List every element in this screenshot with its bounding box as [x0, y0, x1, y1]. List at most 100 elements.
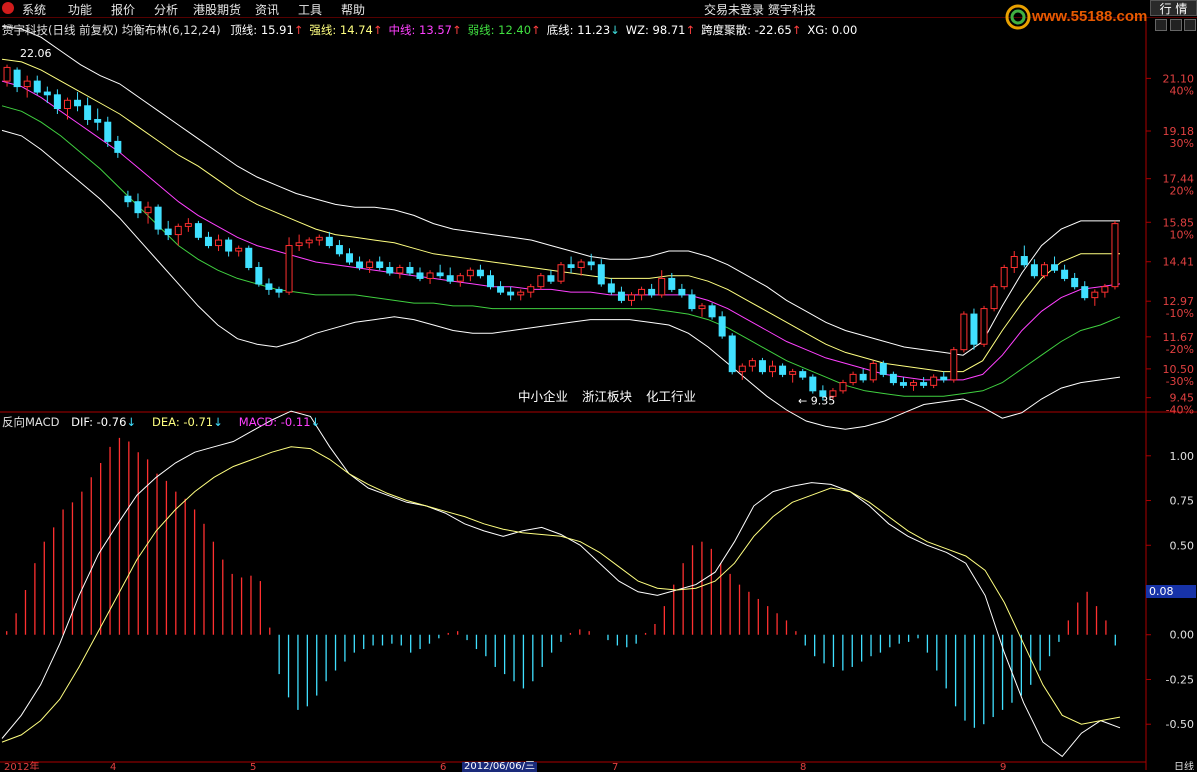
candle-body	[970, 313, 978, 345]
login-status: 交易未登录 赟宇科技	[704, 3, 816, 17]
candle-body	[950, 349, 958, 381]
menu-quote[interactable]: 报价	[111, 1, 135, 18]
candle-body	[356, 261, 364, 268]
indicator-value: WZ: 98.71↑	[625, 23, 696, 37]
candle-body	[497, 286, 505, 293]
candle-body	[74, 99, 82, 107]
sector-tag[interactable]: 中小企业	[518, 389, 568, 404]
month-label: 6	[440, 762, 446, 770]
candle-body	[426, 272, 434, 279]
candle-body	[638, 288, 646, 296]
candle-body	[658, 277, 666, 296]
trend-arrow-icon: ↑	[531, 23, 541, 37]
candle-body	[345, 253, 353, 263]
macd-cursor-value: 0.08	[1146, 585, 1196, 598]
candle-body	[275, 288, 283, 293]
minimize-icon[interactable]	[1155, 19, 1167, 31]
menu-hk-futures[interactable]: 港股期货	[193, 1, 241, 18]
candle-body	[164, 228, 172, 236]
candle-body	[597, 264, 605, 285]
candle-body	[1081, 286, 1089, 299]
candle-body	[1101, 286, 1109, 293]
candle-body	[587, 261, 595, 266]
candle-body	[315, 236, 323, 241]
close-icon[interactable]	[1184, 19, 1196, 31]
candle-body	[114, 140, 122, 153]
restore-icon[interactable]	[1170, 19, 1182, 31]
strong-band-line	[1, 58, 1120, 373]
year-label: 2012年	[4, 760, 39, 770]
candle-body	[94, 118, 102, 123]
trend-arrow-icon: ↓	[213, 415, 223, 429]
candle-body	[225, 239, 233, 252]
macd-tick-label: 0.50	[1170, 539, 1195, 552]
candle-body	[809, 376, 817, 392]
candle-body	[1111, 223, 1119, 288]
menu-function[interactable]: 功能	[68, 1, 92, 18]
candle-body	[325, 236, 333, 247]
candle-body	[517, 291, 525, 296]
candle-body	[960, 313, 968, 351]
trend-arrow-icon: ↓	[610, 23, 620, 37]
macd-tick-label: 0.00	[1170, 629, 1195, 642]
menu-system[interactable]: 系统	[22, 1, 46, 18]
candle-body	[456, 275, 464, 282]
low-price-label: ← 9.35	[798, 394, 835, 407]
candle-body	[839, 382, 847, 392]
candle-body	[708, 305, 716, 318]
macd-value: DEA: -0.71↓	[152, 415, 223, 429]
sector-tag[interactable]: 浙江板块	[582, 389, 632, 404]
indicator-value: 弱线: 12.40↑	[467, 23, 541, 37]
candle-body	[174, 225, 182, 236]
month-label: 9	[1000, 762, 1006, 770]
candle-body	[1071, 277, 1079, 288]
sector-tag[interactable]: 化工行业	[646, 389, 696, 404]
candle-body	[728, 335, 736, 373]
candle-body	[507, 291, 515, 296]
candle-body	[537, 275, 545, 288]
dea-line	[1, 446, 1121, 743]
candle-body	[215, 239, 223, 247]
candle-body	[134, 201, 142, 214]
candle-body	[104, 121, 112, 142]
menu-news[interactable]: 资讯	[255, 1, 279, 18]
brand-swirl-icon	[1005, 4, 1031, 30]
cursor-date-box: 2012/06/06/三	[462, 761, 538, 772]
candle-body	[416, 272, 424, 279]
candle-body	[889, 373, 897, 384]
macd-value: DIF: -0.76↓	[71, 415, 137, 429]
quote-button[interactable]: 行 情	[1150, 0, 1197, 16]
candle-body	[799, 371, 807, 378]
candle-body	[920, 382, 928, 386]
indicator-value: 中线: 13.57↑	[388, 23, 462, 37]
candle-body	[940, 376, 948, 381]
candle-body	[899, 382, 907, 386]
menu-tools[interactable]: 工具	[298, 1, 322, 18]
candle-body	[406, 266, 414, 274]
trend-arrow-icon: ↑	[791, 23, 802, 37]
menu-help[interactable]: 帮助	[341, 1, 365, 18]
trend-arrow-icon: ↑	[685, 23, 696, 37]
candle-body	[567, 264, 575, 268]
candle-body	[758, 360, 766, 373]
candle-body	[265, 283, 273, 290]
menu-analysis[interactable]: 分析	[154, 1, 178, 18]
candle-body	[446, 275, 454, 282]
month-label: 7	[612, 762, 618, 770]
candle-body	[1040, 264, 1048, 277]
candle-body	[879, 362, 887, 375]
macd-title: 反向MACD	[2, 415, 60, 429]
candle-body	[668, 277, 676, 290]
candle-body	[486, 275, 494, 288]
candle-body	[607, 283, 615, 293]
candle-body	[698, 305, 706, 310]
stock-chart[interactable]: 21.1040%19.1830%17.4420%15.8510%14.4112.…	[0, 0, 1197, 770]
candle-body	[204, 236, 212, 247]
candle-body	[1030, 264, 1038, 277]
candle-body	[376, 261, 384, 268]
indicator-value: 跨度聚散: -22.65↑	[701, 23, 802, 37]
candle-body	[476, 269, 484, 277]
pct-tick-label: 30%	[1170, 137, 1194, 150]
pct-tick-label: 20%	[1170, 185, 1194, 198]
candle-body	[285, 245, 293, 293]
